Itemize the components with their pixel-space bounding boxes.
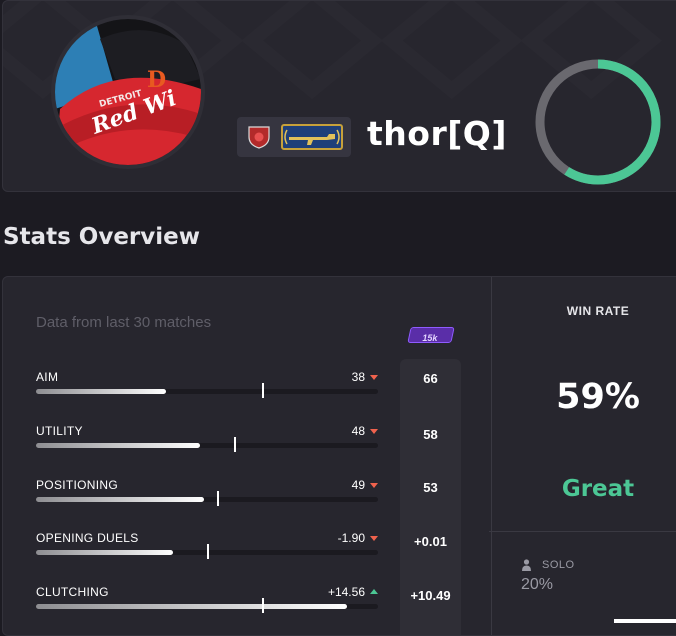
data-note: Data from last 30 matches bbox=[36, 314, 212, 331]
trend-down-icon bbox=[370, 483, 378, 488]
average-column: 66 58 53 +0.01 +10.49 bbox=[400, 359, 461, 635]
stat-row-aim[interactable]: AIM 38 bbox=[36, 370, 378, 398]
person-icon bbox=[522, 559, 531, 571]
stat-bar-fill bbox=[36, 550, 173, 555]
stat-value: -1.90 bbox=[338, 531, 378, 545]
avatar[interactable]: D Red Wi DETROIT bbox=[51, 15, 205, 169]
trend-down-icon bbox=[370, 536, 378, 541]
win-rate-title: WIN RATE bbox=[566, 304, 630, 318]
stat-bar-fill bbox=[36, 604, 347, 609]
stat-bar-fill bbox=[36, 389, 166, 394]
stat-row-opening-duels[interactable]: OPENING DUELS -1.90 bbox=[36, 531, 378, 559]
average-value: +10.49 bbox=[410, 588, 451, 603]
stat-value: +14.56 bbox=[328, 585, 378, 599]
stat-label: AIM bbox=[36, 370, 59, 384]
win-rate-percent: 59% bbox=[556, 377, 640, 417]
solo-label: SOLO bbox=[542, 559, 575, 571]
solo-value: 20% bbox=[521, 576, 554, 593]
stat-value-text: 48 bbox=[351, 424, 365, 438]
win-rate-verdict: Great bbox=[561, 476, 635, 502]
section-title: Stats Overview bbox=[3, 224, 200, 250]
bottom-strip bbox=[614, 619, 676, 623]
trend-down-icon bbox=[370, 375, 378, 380]
stat-bar-fill bbox=[36, 443, 200, 448]
rifle-medal-icon bbox=[284, 129, 340, 145]
stat-value: 49 bbox=[352, 478, 378, 492]
stat-label: UTILITY bbox=[36, 424, 83, 438]
medal-badge[interactable] bbox=[281, 124, 343, 150]
stat-value: 48 bbox=[352, 424, 378, 438]
stat-value: 38 bbox=[352, 370, 378, 384]
stat-bar-fill bbox=[36, 497, 204, 502]
average-value: +0.01 bbox=[414, 534, 447, 549]
average-value: 53 bbox=[423, 480, 438, 495]
average-marker bbox=[217, 491, 219, 506]
stat-value-text: +14.56 bbox=[327, 585, 365, 599]
stat-bar bbox=[36, 544, 378, 559]
stat-row-positioning[interactable]: POSITIONING 49 bbox=[36, 478, 378, 506]
win-rate-ring bbox=[535, 59, 661, 185]
average-value: 58 bbox=[423, 427, 438, 442]
rank-shield-icon[interactable] bbox=[246, 125, 272, 149]
stat-row-utility[interactable]: UTILITY 48 bbox=[36, 424, 378, 452]
average-value: 66 bbox=[423, 371, 438, 386]
stat-value-text: 49 bbox=[351, 478, 365, 492]
username: thor[Q] bbox=[367, 114, 507, 153]
stat-label: OPENING DUELS bbox=[36, 531, 139, 545]
average-marker bbox=[234, 437, 236, 452]
trend-down-icon bbox=[370, 429, 378, 434]
stat-bar bbox=[36, 437, 378, 452]
badge-box bbox=[237, 117, 351, 157]
stat-bar bbox=[36, 491, 378, 506]
trend-up-icon bbox=[370, 589, 378, 594]
rating-tag: 15k bbox=[407, 327, 455, 343]
stat-value-text: 38 bbox=[351, 370, 365, 384]
average-marker bbox=[262, 598, 264, 613]
stat-bar bbox=[36, 598, 378, 613]
stat-bar bbox=[36, 383, 378, 398]
avatar-photo-icon: D Red Wi DETROIT bbox=[55, 19, 201, 165]
average-marker bbox=[207, 544, 209, 559]
rating-tag-label: 15k bbox=[422, 333, 438, 343]
stats-card: Data from last 30 matches 15k 66 58 53 +… bbox=[2, 276, 676, 636]
stat-row-clutching[interactable]: CLUTCHING +14.56 bbox=[36, 585, 378, 613]
win-rate-divider bbox=[489, 531, 676, 532]
stat-value-text: -1.90 bbox=[337, 531, 365, 545]
stat-label: POSITIONING bbox=[36, 478, 118, 492]
stat-label: CLUTCHING bbox=[36, 585, 109, 599]
average-marker bbox=[262, 383, 264, 398]
card-divider bbox=[491, 277, 492, 635]
